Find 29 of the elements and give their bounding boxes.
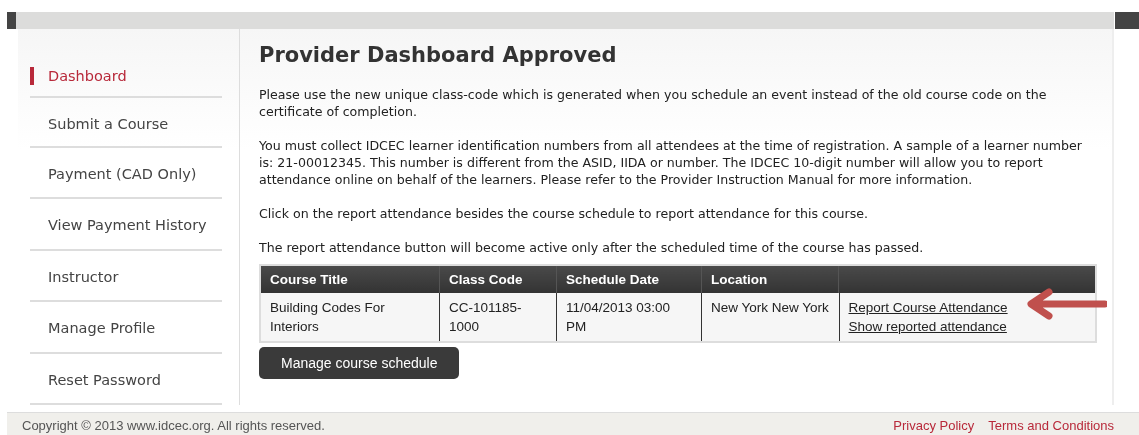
column-header: Class Code <box>439 265 557 293</box>
column-header: Schedule Date <box>556 265 702 293</box>
footer-link[interactable]: Privacy Policy <box>893 418 975 435</box>
info-paragraph: Please use the new unique class-code which is generated when you schedule an event instead of the old course code on the certificate of completion. <box>259 86 1048 120</box>
sidebar-item[interactable]: Dashboard <box>30 67 127 85</box>
page-title: Provider Dashboard Approved <box>259 43 618 67</box>
info-paragraph: The report attendance button will become active only after the scheduled time of the course has passed. <box>259 239 925 256</box>
manage-schedule-button[interactable]: Manage course schedule <box>259 347 460 379</box>
table-cell: New York New York <box>701 293 839 342</box>
sidebar-item[interactable]: Submit a Course <box>30 96 222 148</box>
attendance-link[interactable]: Report Course Attendance <box>848 298 1008 317</box>
table-cell: CC-101185-1000 <box>439 293 557 342</box>
copyright-text: Copyright © 2013 www.idcec.org. All rights reserved. <box>22 418 325 435</box>
info-paragraph: You must collect IDCEC learner identification numbers from all attendees at the time of registration. A sample of a learner number is: 21-00012345. This number is different from the ASID, IIDA or number. The IDCEC 10-digit number will allow you to report attendance online on behalf of the learners. Please refer to the Provider Instruction Manual for more information. <box>259 137 1083 188</box>
sidebar-item[interactable]: Manage Profile <box>30 302 222 354</box>
sidebar-item[interactable]: View Payment History <box>30 199 222 251</box>
column-header: Location <box>701 265 839 293</box>
column-header: Course Title <box>260 265 440 293</box>
info-paragraph: Click on the report attendance besides the course schedule to report attendance for this course. <box>259 205 870 222</box>
arrow-icon <box>1025 288 1107 320</box>
table-cell: Building Codes For Interiors <box>260 293 440 342</box>
corner-block <box>1115 12 1139 29</box>
sidebar-item[interactable]: Payment (CAD Only) <box>30 147 222 199</box>
sidebar-item[interactable]: Instructor <box>30 250 222 302</box>
footer-link[interactable]: Terms and Conditions <box>988 418 1114 435</box>
corner-block <box>7 12 16 29</box>
attendance-link[interactable]: Show reported attendance <box>848 317 1007 336</box>
sidebar-item[interactable]: Reset Password <box>30 353 222 405</box>
table-cell: 11/04/2013 03:00 PM <box>556 293 702 342</box>
